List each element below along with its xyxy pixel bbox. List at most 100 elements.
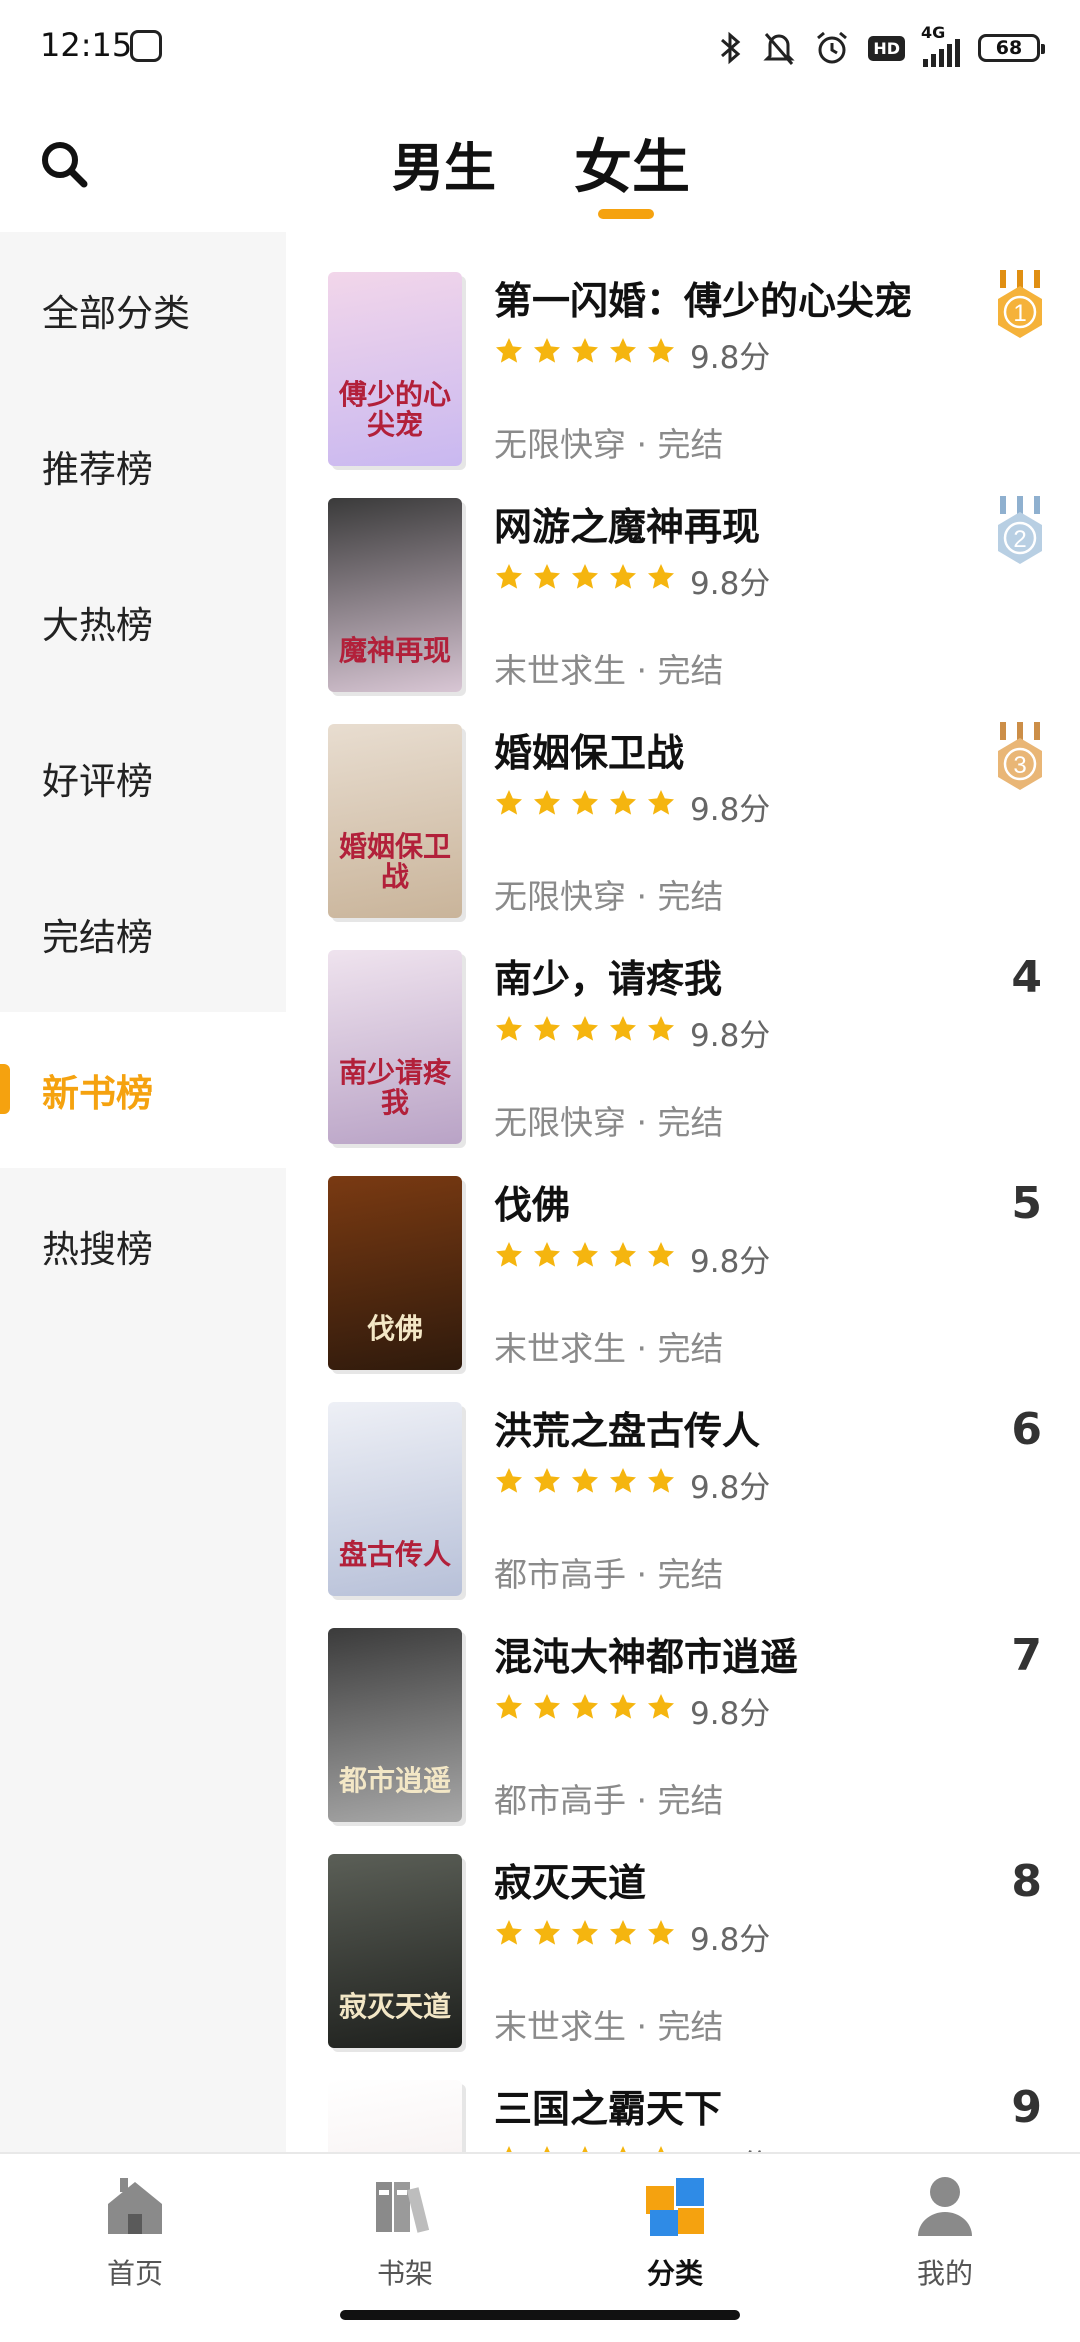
rating-stars xyxy=(494,562,676,592)
book-cover[interactable]: 伐佛 xyxy=(328,1176,462,1370)
book-item[interactable]: 三国三国之霸天下 9.8分 9 xyxy=(286,2040,1080,2152)
book-cover[interactable]: 寂灭天道 xyxy=(328,1854,462,2048)
sidebar-item-label: 新书榜 xyxy=(42,1072,153,1115)
cover-title-text: 寂灭天道 xyxy=(338,1990,451,2023)
tab-female[interactable]: 女生 xyxy=(574,120,690,204)
rank-medal-icon: 2 xyxy=(998,496,1042,564)
active-indicator xyxy=(0,1064,10,1114)
star-icon xyxy=(572,1694,598,1719)
star-icon xyxy=(658,2146,664,2152)
rating-stars xyxy=(494,788,676,818)
book-cover[interactable]: 婚姻保卫战 xyxy=(328,724,462,918)
cover-title-text: 盘古传人 xyxy=(338,1538,451,1571)
book-item[interactable]: 南少请疼我 南少，请疼我 9.8分 无限快穿 · 完结 4 xyxy=(286,910,1080,1144)
rank-number: 2 xyxy=(1013,526,1026,553)
nav-label: 书架 xyxy=(376,2257,433,2290)
star-icon xyxy=(534,338,560,363)
book-score: 9.8分 xyxy=(690,1470,771,1506)
star-icon xyxy=(572,338,598,363)
star-icon xyxy=(534,564,560,589)
nav-profile[interactable]: 我的 xyxy=(810,2154,1080,2324)
rank-medal-icon: 1 xyxy=(998,270,1042,338)
book-item[interactable]: 都市逍遥 混沌大神都市逍遥 9.8分 都市高手 · 完结 7 xyxy=(286,1588,1080,1822)
book-item[interactable]: 傅少的心尖宠 第一闪婚：傅少的心尖宠 9.8分 无限快穿 · 完结 1 xyxy=(286,232,1080,466)
star-icon xyxy=(496,1694,522,1719)
sidebar-item-label: 热搜榜 xyxy=(42,1228,153,1271)
rating-stars xyxy=(494,1240,676,1270)
sidebar-item-label: 全部分类 xyxy=(42,292,190,335)
status-bar: 12:15 HD 4G 68 xyxy=(0,0,1080,96)
cover-title-text: 傅少的心尖宠 xyxy=(338,378,451,441)
nav-bookshelf[interactable]: 书架 xyxy=(270,2154,540,2324)
rank-number: 8 xyxy=(1011,1856,1042,1907)
nav-label: 首页 xyxy=(106,2257,163,2290)
star-icon xyxy=(610,564,636,589)
sidebar-item-new-books[interactable]: 新书榜 xyxy=(0,1012,286,1168)
star-icon xyxy=(496,1242,522,1267)
notification-app-icon xyxy=(130,30,162,62)
star-icon xyxy=(506,2146,512,2152)
category-sidebar: 全部分类 推荐榜 大热榜 好评榜 完结榜 新书榜 热搜榜 xyxy=(0,232,286,2152)
home-icon xyxy=(108,2178,162,2234)
star-icon xyxy=(648,1694,674,1719)
book-cover[interactable]: 盘古传人 xyxy=(328,1402,462,1596)
book-item[interactable]: 伐佛 伐佛 9.8分 末世求生 · 完结 5 xyxy=(286,1136,1080,1370)
status-time: 12:15 xyxy=(40,26,133,64)
book-item[interactable]: 婚姻保卫战 婚姻保卫战 9.8分 无限快穿 · 完结 3 xyxy=(286,684,1080,918)
sidebar-item-hot[interactable]: 大热榜 xyxy=(0,544,286,700)
alarm-icon xyxy=(814,30,850,66)
cover-title-text: 都市逍遥 xyxy=(338,1764,451,1797)
star-icon xyxy=(610,1694,636,1719)
star-icon xyxy=(648,338,674,363)
star-icon xyxy=(610,1242,636,1267)
sidebar-item-completed[interactable]: 完结榜 xyxy=(0,856,286,1012)
star-icon xyxy=(544,2146,550,2152)
sidebar-item-top-rated[interactable]: 好评榜 xyxy=(0,700,286,856)
star-icon xyxy=(534,1242,560,1267)
rank-number: 5 xyxy=(1011,1178,1042,1229)
cover-title-text: 南少请疼我 xyxy=(338,1056,451,1119)
sidebar-item-label: 好评榜 xyxy=(42,760,153,803)
nav-label: 分类 xyxy=(646,2257,703,2290)
rating-stars xyxy=(494,1692,676,1722)
battery-icon: 68 xyxy=(978,34,1045,62)
book-list: 傅少的心尖宠 第一闪婚：傅少的心尖宠 9.8分 无限快穿 · 完结 1 魔神再现 网游之魔神… xyxy=(286,232,1080,2152)
star-icon xyxy=(610,1920,636,1945)
book-item[interactable]: 寂灭天道 寂灭天道 9.8分 末世求生 · 完结 8 xyxy=(286,1814,1080,2048)
star-icon xyxy=(534,790,560,815)
star-icon xyxy=(572,564,598,589)
star-icon xyxy=(610,1016,636,1041)
hd-icon: HD xyxy=(868,35,905,61)
star-icon xyxy=(534,1468,560,1493)
star-icon xyxy=(572,790,598,815)
bookshelf-icon xyxy=(376,2182,430,2233)
star-icon xyxy=(496,790,522,815)
rating-stars xyxy=(494,1918,676,1948)
star-icon xyxy=(572,1242,598,1267)
sidebar-item-all-categories[interactable]: 全部分类 xyxy=(0,232,286,388)
book-score: 9.8分 xyxy=(690,1244,771,1280)
book-cover[interactable]: 南少请疼我 xyxy=(328,950,462,1144)
star-icon xyxy=(610,1468,636,1493)
star-icon xyxy=(496,1920,522,1945)
book-cover[interactable]: 魔神再现 xyxy=(328,498,462,692)
sidebar-item-recommended[interactable]: 推荐榜 xyxy=(0,388,286,544)
book-item[interactable]: 魔神再现 网游之魔神再现 9.8分 末世求生 · 完结 2 xyxy=(286,458,1080,692)
star-icon xyxy=(572,1468,598,1493)
book-score: 9.8分 xyxy=(690,340,771,376)
star-icon xyxy=(534,1016,560,1041)
tab-male[interactable]: 男生 xyxy=(392,126,496,201)
sidebar-item-hot-search[interactable]: 热搜榜 xyxy=(0,1168,286,1324)
bluetooth-icon xyxy=(718,30,744,66)
nav-category[interactable]: 分类 xyxy=(540,2154,810,2324)
book-cover[interactable]: 都市逍遥 xyxy=(328,1628,462,1822)
book-title: 洪荒之盘古传人 xyxy=(494,1409,761,1453)
book-cover[interactable]: 傅少的心尖宠 xyxy=(328,272,462,466)
home-indicator xyxy=(340,2310,740,2320)
book-item[interactable]: 盘古传人 洪荒之盘古传人 9.8分 都市高手 · 完结 6 xyxy=(286,1362,1080,1596)
rating-stars xyxy=(494,1014,676,1044)
nav-home[interactable]: 首页 xyxy=(0,2154,270,2324)
book-cover[interactable]: 三国 xyxy=(328,2080,462,2152)
rank-number: 9 xyxy=(1011,2082,1042,2133)
rank-number: 6 xyxy=(1011,1404,1042,1455)
